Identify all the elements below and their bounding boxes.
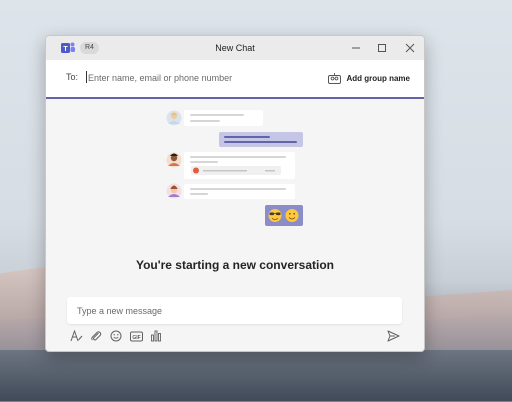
poll-icon: [151, 330, 161, 342]
format-button[interactable]: [69, 328, 83, 344]
avatar-2: [166, 152, 182, 168]
avatar-1: [166, 110, 182, 126]
message-composer: [67, 297, 402, 324]
conversation-heading: You're starting a new conversation: [135, 258, 334, 272]
emoji-reaction-bubble: [265, 205, 303, 226]
send-icon: [387, 330, 399, 342]
incoming-message-bubble-1: [184, 110, 263, 126]
conversation-illustration: [166, 110, 303, 226]
avatar-3: [166, 183, 182, 199]
outgoing-message-bubble: [219, 132, 303, 147]
smiley-emoji-icon: [285, 209, 299, 222]
sunglasses-emoji-icon: [268, 209, 282, 222]
emoji-icon: [110, 330, 122, 342]
attach-button[interactable]: [89, 328, 103, 344]
gif-button[interactable]: GIF: [129, 328, 143, 344]
incoming-message-bubble-2: [184, 152, 295, 179]
gif-icon: GIF: [129, 331, 143, 341]
desktop-background-foreground: [0, 350, 512, 401]
new-chat-window: T R4 New Chat To: Enter name, email or p…: [45, 35, 425, 352]
attach-icon: [91, 331, 102, 341]
send-button[interactable]: [385, 328, 401, 344]
message-input[interactable]: [67, 297, 402, 324]
poll-button[interactable]: [149, 328, 163, 344]
format-icon: [70, 330, 82, 342]
emoji-button[interactable]: [109, 328, 123, 344]
composer-toolbar: GIF: [69, 328, 163, 344]
svg-text:GIF: GIF: [132, 335, 140, 341]
incoming-message-bubble-3: [184, 184, 295, 199]
